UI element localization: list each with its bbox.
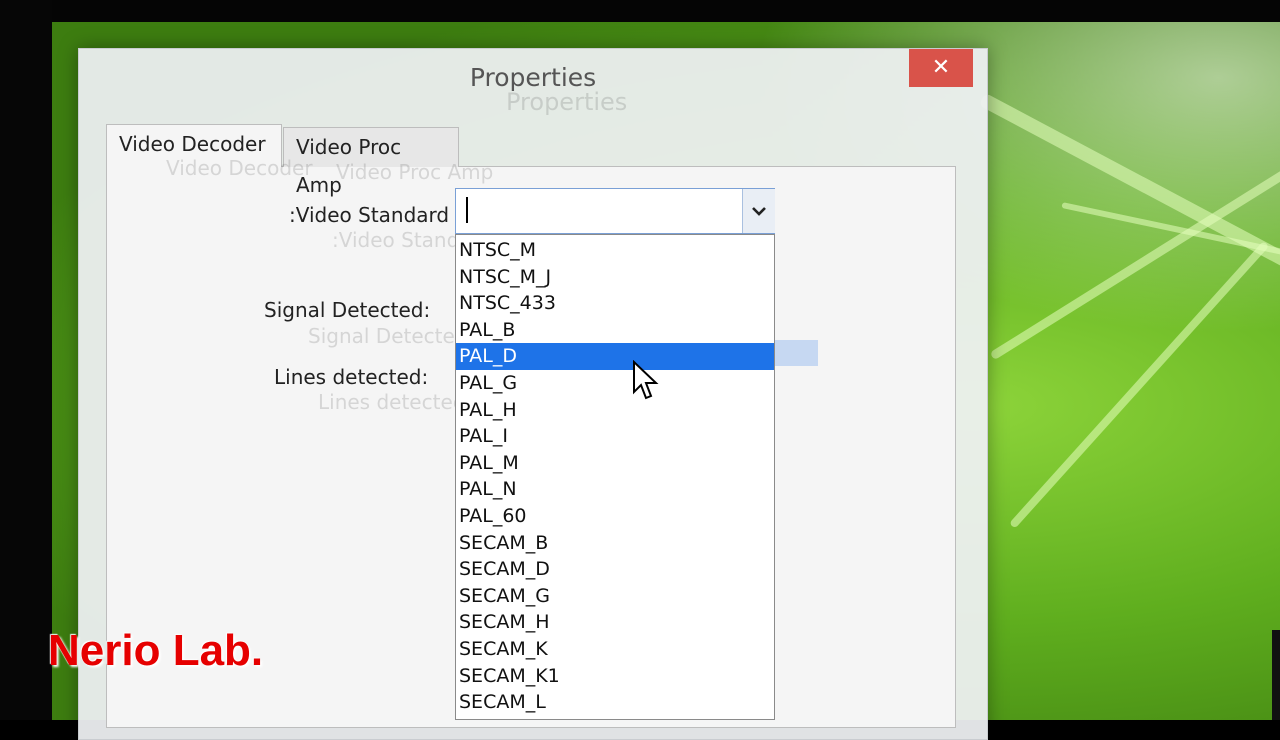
dropdown-option[interactable]: NTSC_M — [456, 237, 774, 264]
dropdown-option[interactable]: NTSC_433 — [456, 290, 774, 317]
lines-detected-label: Lines detected: — [274, 365, 429, 389]
dropdown-option[interactable]: SECAM_K — [456, 636, 774, 663]
dropdown-option[interactable]: PAL_B — [456, 317, 774, 344]
dropdown-option[interactable]: PAL_M — [456, 450, 774, 477]
close-button[interactable]: ✕ — [909, 49, 973, 87]
chevron-down-icon — [752, 207, 766, 216]
video-standard-dropdown-list[interactable]: NTSC_M NTSC_M_J NTSC_433 PAL_B PAL_D PAL_G PAL… — [455, 234, 775, 720]
dropdown-option[interactable]: NTSC_M_J — [456, 264, 774, 291]
dropdown-option[interactable]: PAL_G — [456, 370, 774, 397]
title-bar[interactable]: Properties ✕ — [79, 49, 987, 109]
video-frame-top — [0, 0, 1280, 22]
video-standard-combobox[interactable] — [455, 188, 775, 234]
video-standard-label: :Video Standard — [289, 203, 450, 227]
tab-video-decoder[interactable]: Video Decoder — [106, 124, 282, 167]
mouse-pointer-icon — [633, 360, 659, 400]
dialog-title: Properties — [469, 63, 597, 92]
dropdown-option[interactable]: SECAM_D — [456, 556, 774, 583]
dropdown-button[interactable] — [742, 189, 775, 233]
leaf-vein — [1009, 240, 1270, 529]
dropdown-option[interactable]: SECAM_B — [456, 530, 774, 557]
video-frame-left — [0, 0, 52, 720]
dropdown-option[interactable]: PAL_N — [456, 476, 774, 503]
dropdown-option[interactable]: SECAM_K1 — [456, 663, 774, 690]
tab-video-proc-amp[interactable]: Video Proc Amp — [283, 127, 459, 197]
close-icon: ✕ — [931, 55, 951, 80]
text-caret — [466, 197, 468, 223]
dropdown-option[interactable]: SECAM_H — [456, 609, 774, 636]
dropdown-option[interactable]: SECAM_G — [456, 583, 774, 610]
dropdown-option[interactable]: PAL_60 — [456, 503, 774, 530]
dropdown-option[interactable]: PAL_I — [456, 423, 774, 450]
watermark-logo: Nerio Lab. — [48, 626, 264, 675]
video-frame-right-edge — [1272, 630, 1280, 720]
signal-detected-label: Signal Detected: — [264, 298, 431, 322]
dropdown-option[interactable]: PAL_H — [456, 397, 774, 424]
dropdown-option[interactable]: SECAM_L — [456, 689, 774, 716]
dropdown-option[interactable]: PAL_D — [456, 343, 774, 371]
